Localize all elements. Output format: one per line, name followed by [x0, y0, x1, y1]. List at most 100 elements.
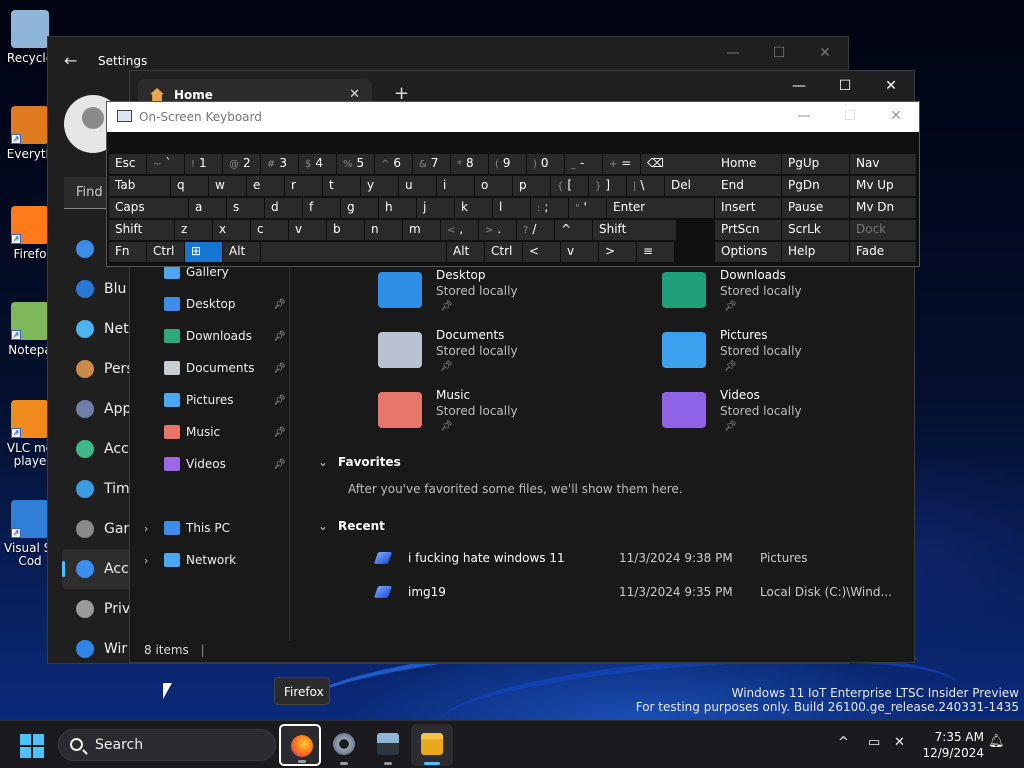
osk-key[interactable]: Ctrl [485, 242, 522, 262]
osk-key[interactable]: + = [603, 154, 640, 174]
osk-nav-key[interactable]: Nav [850, 154, 916, 174]
osk-key[interactable]: ⌫ [641, 154, 716, 174]
taskbar-search[interactable]: Search [58, 729, 276, 761]
sidebar-item-desktop[interactable]: Desktop 📌︎ [164, 293, 286, 315]
osk-key[interactable]: ⊞ [185, 242, 222, 262]
osk-key[interactable]: ) 0 [527, 154, 564, 174]
osk-key[interactable]: z [175, 220, 212, 240]
osk-key[interactable]: c [251, 220, 288, 240]
recent-file-row[interactable]: img19 11/3/2024 9:35 PM Local Disk (C:)\Wi… [373, 583, 896, 603]
osk-key[interactable]: $4 [299, 154, 336, 174]
osk-key[interactable]: ^ 6 [375, 154, 412, 174]
osk-key[interactable]: #3 [261, 154, 298, 174]
osk-key[interactable]: q [171, 176, 208, 196]
chevron-right-icon[interactable]: › [144, 554, 148, 567]
osk-nav-key[interactable]: Mv Dn [850, 198, 916, 218]
osk-key[interactable]: n [365, 220, 402, 240]
osk-key[interactable]: k [455, 198, 492, 218]
folder-tile-documents[interactable]: Documents Stored locally 📌︎ [378, 328, 598, 378]
osk-key[interactable]: h [379, 198, 416, 218]
osk-nav-key[interactable]: PgDn [782, 176, 849, 196]
osk-key[interactable]: g [341, 198, 378, 218]
osk-key[interactable]: Del [665, 176, 716, 196]
osk-key[interactable]: Alt [447, 242, 484, 262]
osk-key[interactable]: l [493, 198, 530, 218]
osk-key[interactable]: ~ ` [147, 154, 184, 174]
osk-nav-key[interactable]: ScrLk [782, 220, 849, 240]
osk-key[interactable]: ^ [555, 220, 592, 240]
osk-key[interactable]: Alt [223, 242, 260, 262]
notification-bell-icon[interactable]: 🔔︎ [988, 734, 1005, 749]
osk-nav-key[interactable]: Home [715, 154, 781, 174]
osk-key[interactable]: Esc [109, 154, 146, 174]
minimize-icon[interactable]: — [776, 71, 822, 101]
start-button[interactable] [20, 734, 44, 758]
recent-file-row[interactable]: i fucking hate windows 11 11/3/2024 9:38 … [373, 549, 896, 569]
taskbar-file-explorer[interactable] [411, 724, 453, 766]
osk-key[interactable]: {[ [551, 176, 588, 196]
network-icon[interactable]: ▭ [868, 735, 880, 750]
taskbar-osk[interactable] [367, 724, 409, 766]
osk-key[interactable]: v [561, 242, 598, 262]
osk-key[interactable]: m [403, 220, 440, 240]
osk-key[interactable]: t [323, 176, 360, 196]
folder-tile-pictures[interactable]: Pictures Stored locally 📌︎ [662, 328, 882, 378]
osk-key[interactable]: @2 [223, 154, 260, 174]
osk-key[interactable]: s [227, 198, 264, 218]
osk-key[interactable]: e [247, 176, 284, 196]
maximize-icon[interactable]: ☐ [827, 102, 873, 130]
osk-key[interactable]: }] [589, 176, 626, 196]
taskbar-settings[interactable] [323, 724, 365, 766]
osk-nav-key[interactable]: PgUp [782, 154, 849, 174]
show-hidden-icons-chevron[interactable]: ^ [838, 735, 849, 750]
sidebar-item-pictures[interactable]: Pictures 📌︎ [164, 389, 286, 411]
osk-key[interactable]: _ - [565, 154, 602, 174]
osk-nav-key[interactable]: End [715, 176, 781, 196]
close-tab-icon[interactable]: ✕ [349, 87, 360, 102]
osk-key[interactable]: ≡ [637, 242, 674, 262]
osk-key[interactable]: f [303, 198, 340, 218]
osk-nav-key[interactable]: Help [782, 242, 849, 262]
osk-key[interactable]: > [599, 242, 636, 262]
osk-key[interactable]: Tab [109, 176, 170, 196]
osk-key[interactable]: <, [441, 220, 478, 240]
osk-nav-key[interactable]: Mv Up [850, 176, 916, 196]
osk-key[interactable]: d [265, 198, 302, 218]
osk-key[interactable]: r [285, 176, 322, 196]
osk-key[interactable]: >. [479, 220, 516, 240]
clock[interactable]: 7:35 AM 12/9/2024 [914, 729, 984, 761]
osk-nav-key[interactable]: PrtScn [715, 220, 781, 240]
on-screen-keyboard-window[interactable]: On-Screen Keyboard — ☐ ✕ Esc ~ `! 1 @2 #3 $4% 5… [106, 101, 920, 267]
osk-key[interactable]: % 5 [337, 154, 374, 174]
osk-key[interactable]: b [327, 220, 364, 240]
osk-key[interactable]: u [399, 176, 436, 196]
folder-tile-downloads[interactable]: Downloads Stored locally 📌︎ [662, 268, 882, 318]
favorites-header[interactable]: ⌄ Favorites [318, 455, 401, 469]
osk-key[interactable]: j [417, 198, 454, 218]
osk-key[interactable]: < [523, 242, 560, 262]
osk-key[interactable]: a [189, 198, 226, 218]
sidebar-item-network[interactable]: › Network [144, 549, 286, 571]
osk-nav-key[interactable]: Fade [850, 242, 916, 262]
osk-key[interactable]: i [437, 176, 474, 196]
osk-key[interactable]: * 8 [451, 154, 488, 174]
close-icon[interactable]: ✕ [868, 71, 914, 101]
minimize-icon[interactable]: — [710, 37, 756, 69]
osk-key[interactable]: (9 [489, 154, 526, 174]
osk-key[interactable]: Enter [607, 198, 714, 218]
maximize-icon[interactable]: ☐ [822, 71, 868, 101]
folder-tile-videos[interactable]: Videos Stored locally 📌︎ [662, 388, 882, 438]
sidebar-item-documents[interactable]: Documents 📌︎ [164, 357, 286, 379]
osk-key[interactable]: | \ [627, 176, 664, 196]
osk-key[interactable]: ! 1 [185, 154, 222, 174]
close-icon[interactable]: ✕ [802, 37, 848, 69]
osk-nav-key[interactable]: Options [715, 242, 781, 262]
osk-key[interactable]: Shift [593, 220, 676, 240]
osk-key[interactable]: ? / [517, 220, 554, 240]
volume-muted-icon[interactable]: ✕ [894, 735, 905, 750]
sidebar-item-music[interactable]: Music 📌︎ [164, 421, 286, 443]
osk-key[interactable] [261, 242, 446, 262]
sidebar-item-this-pc[interactable]: › This PC [144, 517, 286, 539]
osk-key[interactable]: Shift [109, 220, 174, 240]
osk-key[interactable]: p [513, 176, 550, 196]
